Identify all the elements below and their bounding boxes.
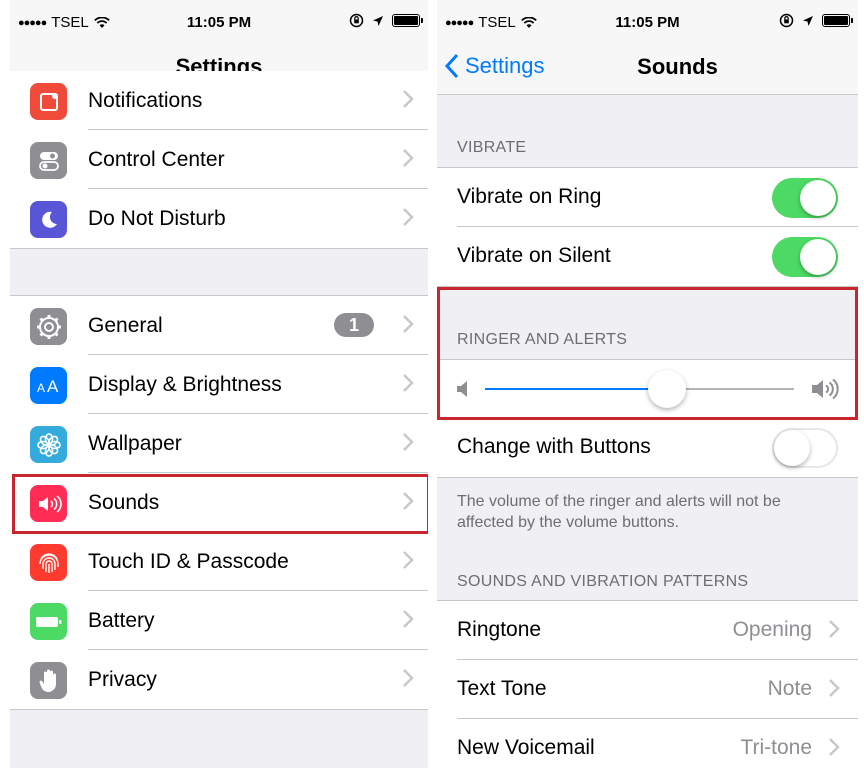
change-with-buttons-row: Change with Buttons xyxy=(437,418,858,477)
row-label: Vibrate on Ring xyxy=(457,185,602,208)
flower-icon xyxy=(30,426,67,463)
fingerprint-icon xyxy=(30,544,67,581)
row-label: Privacy xyxy=(88,667,157,691)
chevron-right-icon xyxy=(403,90,414,108)
update-badge: 1 xyxy=(334,313,374,337)
location-icon xyxy=(803,15,813,26)
chevron-right-icon xyxy=(829,620,840,638)
location-icon xyxy=(373,15,383,26)
ringer-volume-slider[interactable] xyxy=(485,370,794,408)
text-tone-row[interactable]: Text Tone Note xyxy=(437,660,858,719)
gear-icon xyxy=(30,308,67,345)
row-label: General xyxy=(88,313,163,337)
settings-row-sounds[interactable]: Sounds xyxy=(10,473,428,532)
battery-icon xyxy=(392,14,423,27)
row-label: Control Center xyxy=(88,147,225,171)
vibrate-on-silent-row: Vibrate on Silent xyxy=(437,227,858,286)
change-with-buttons-switch[interactable] xyxy=(772,428,838,468)
row-label: Sounds xyxy=(88,490,160,514)
row-label: Vibrate on Silent xyxy=(457,244,611,267)
chevron-right-icon xyxy=(403,208,414,226)
row-label: Display & Brightness xyxy=(88,372,282,396)
orientation-lock-icon xyxy=(779,13,794,28)
row-value: Opening xyxy=(732,618,812,641)
chevron-right-icon xyxy=(403,669,414,687)
volume-low-icon xyxy=(457,381,467,397)
svg-text:A: A xyxy=(47,377,59,396)
settings-row-general[interactable]: General 1 xyxy=(10,296,428,355)
row-value: Tri-tone xyxy=(740,736,812,759)
notifications-icon xyxy=(30,83,67,120)
nav-bar: Settings Sounds xyxy=(437,44,858,95)
settings-row-notifications[interactable]: Notifications xyxy=(10,71,428,130)
settings-row-battery[interactable]: Battery xyxy=(10,591,428,650)
page-title: Sounds xyxy=(637,54,718,79)
orientation-lock-icon xyxy=(349,13,364,28)
ringer-footer-text: The volume of the ringer and alerts will… xyxy=(457,493,781,531)
settings-group-1: Notifications Control Center Do Not Dist… xyxy=(10,71,428,249)
row-label: Wallpaper xyxy=(88,431,182,455)
row-label: Battery xyxy=(88,608,155,632)
settings-row-control-center[interactable]: Control Center xyxy=(10,130,428,189)
svg-text:A: A xyxy=(37,381,45,395)
ringer-group xyxy=(437,359,858,419)
moon-icon xyxy=(30,201,67,238)
vibrate-on-ring-switch[interactable] xyxy=(772,178,838,218)
settings-row-display-brightness[interactable]: AA Display & Brightness xyxy=(10,355,428,414)
slider-fill xyxy=(485,388,668,390)
chevron-right-icon xyxy=(829,679,840,697)
row-label: Text Tone xyxy=(457,677,547,700)
settings-screen: ●●●●● TSEL 11:05 PM Settings Notificatio… xyxy=(10,0,428,768)
chevron-right-icon xyxy=(403,492,414,510)
settings-group-2: General 1 AA Display & Brightness Wallpa… xyxy=(10,295,428,710)
new-voicemail-row[interactable]: New Voicemail Tri-tone xyxy=(437,719,858,768)
vibrate-on-ring-row: Vibrate on Ring xyxy=(437,168,858,227)
row-label: Do Not Disturb xyxy=(88,206,226,230)
settings-row-privacy[interactable]: Privacy xyxy=(10,650,428,709)
speaker-icon xyxy=(30,485,67,522)
chevron-left-icon xyxy=(445,53,459,79)
change-with-buttons-group: Change with Buttons xyxy=(437,418,858,478)
chevron-right-icon xyxy=(403,433,414,451)
vibrate-group: Vibrate on Ring Vibrate on Silent xyxy=(437,167,858,287)
patterns-group: Ringtone Opening Text Tone Note New Voic… xyxy=(437,600,858,768)
settings-row-wallpaper[interactable]: Wallpaper xyxy=(10,414,428,473)
ringtone-row[interactable]: Ringtone Opening xyxy=(437,601,858,660)
row-label: New Voicemail xyxy=(457,736,595,759)
chevron-right-icon xyxy=(403,149,414,167)
chevron-right-icon xyxy=(403,315,414,333)
volume-high-icon xyxy=(812,378,839,400)
section-header-ringer: RINGER AND ALERTS xyxy=(457,331,628,348)
settings-row-touch-id[interactable]: Touch ID & Passcode xyxy=(10,532,428,591)
status-bar: ●●●●● TSEL 11:05 PM xyxy=(10,0,428,44)
text-size-icon: AA xyxy=(30,367,67,404)
row-label: Notifications xyxy=(88,88,203,112)
row-label: Change with Buttons xyxy=(457,435,651,458)
vibrate-on-silent-switch[interactable] xyxy=(772,237,838,277)
sounds-screen: ●●●●● TSEL 11:05 PM Settings Sounds VIBR… xyxy=(437,0,858,768)
chevron-right-icon xyxy=(829,738,840,756)
status-bar: ●●●●● TSEL 11:05 PM xyxy=(437,0,858,44)
slider-thumb[interactable] xyxy=(648,370,687,408)
chevron-right-icon xyxy=(403,374,414,392)
settings-row-do-not-disturb[interactable]: Do Not Disturb xyxy=(10,189,428,248)
switches-icon xyxy=(30,142,67,179)
battery-icon xyxy=(822,14,853,27)
chevron-right-icon xyxy=(403,610,414,628)
section-header-vibrate: VIBRATE xyxy=(457,139,527,156)
chevron-right-icon xyxy=(403,551,414,569)
row-label: Touch ID & Passcode xyxy=(88,549,289,573)
row-value: Note xyxy=(767,677,812,700)
hand-icon xyxy=(30,662,67,699)
row-label: Ringtone xyxy=(457,618,542,641)
section-header-patterns: SOUNDS AND VIBRATION PATTERNS xyxy=(457,573,749,590)
battery-icon xyxy=(30,603,67,640)
